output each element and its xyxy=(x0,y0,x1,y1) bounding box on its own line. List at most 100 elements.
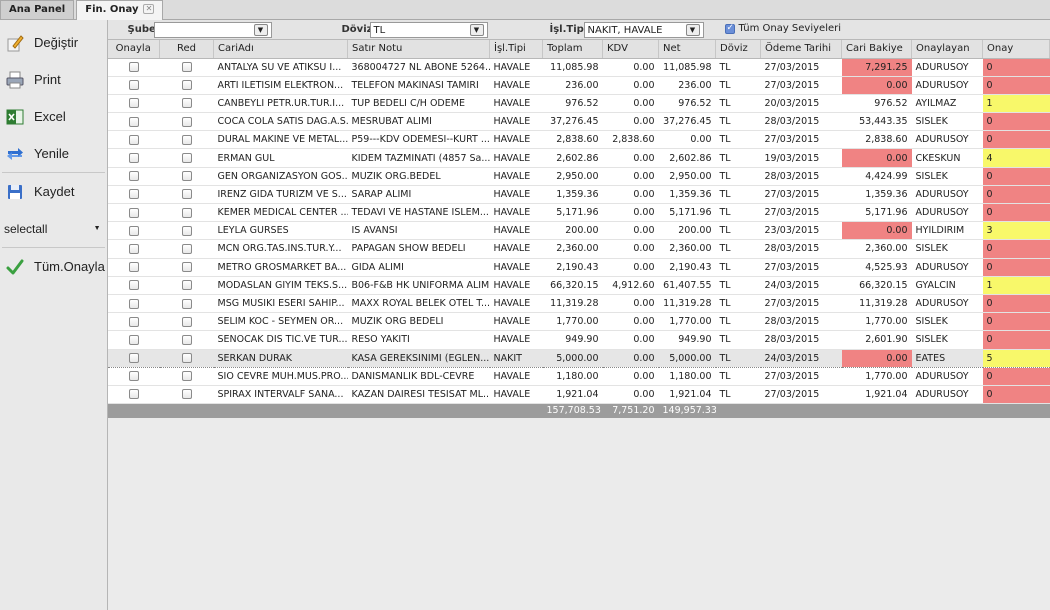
column-header[interactable]: Onayla xyxy=(107,40,160,59)
column-header[interactable]: Onaylayan xyxy=(911,40,983,59)
reject-checkbox[interactable] xyxy=(181,153,192,164)
approval-level-cell: 0 xyxy=(982,385,1050,405)
column-header[interactable]: Satır Notu xyxy=(347,40,490,59)
column-header[interactable]: KDV xyxy=(602,40,659,59)
print-button[interactable]: Print xyxy=(0,61,107,98)
approve-checkbox[interactable] xyxy=(128,189,139,200)
tab-ana-panel[interactable]: Ana Panel xyxy=(0,0,75,19)
table-row[interactable]: ANTALYA SU VE ATIKSU I... 368004727 NL AB… xyxy=(107,58,1050,77)
reject-checkbox[interactable] xyxy=(181,262,192,273)
approve-checkbox[interactable] xyxy=(128,298,139,309)
currency-cell: TL xyxy=(715,94,761,114)
reject-checkbox[interactable] xyxy=(181,62,192,73)
approve-checkbox[interactable] xyxy=(128,80,139,91)
type-cell: NAKIT xyxy=(489,348,543,368)
cari-cell: MSG MUSIKI ESERI SAHIP... xyxy=(213,294,348,314)
approve-checkbox[interactable] xyxy=(128,62,139,73)
reject-checkbox[interactable] xyxy=(181,171,192,182)
column-header[interactable]: Toplam xyxy=(542,40,603,59)
approve-checkbox[interactable] xyxy=(128,153,139,164)
approve-checkbox[interactable] xyxy=(128,225,139,236)
column-header[interactable]: Red xyxy=(159,40,214,59)
table-row[interactable]: SIO CEVRE MUH.MUS.PRO... DANISMANLIK BDL-… xyxy=(107,367,1050,386)
save-button[interactable]: Kaydet xyxy=(0,173,107,210)
doviz-select[interactable]: TL ▼ xyxy=(369,22,488,38)
table-row[interactable]: SELIM KOC - SEYMEN OR... MUZIK ORG BEDELI… xyxy=(107,312,1050,332)
approve-checkbox[interactable] xyxy=(128,280,139,291)
table-row[interactable]: LEYLA GURSES IS AVANSI HAVALE 200.00 0.00 200… xyxy=(107,221,1050,241)
isl-tipi-label: İşl.Tipi xyxy=(549,24,588,35)
column-header[interactable]: İşl.Tipi xyxy=(489,40,543,59)
filter-bar: Şube ▼ Döviz TL ▼ İşl.Tipi NAKIT, HAVALE… xyxy=(107,20,1050,40)
reject-checkbox[interactable] xyxy=(181,389,192,400)
approve-checkbox[interactable] xyxy=(128,334,139,345)
tum-onay-checkbox[interactable] xyxy=(724,23,735,34)
reject-checkbox[interactable] xyxy=(181,189,192,200)
table-row[interactable]: SERKAN DURAK KASA GEREKSINIMI (EGLEN... NA… xyxy=(107,348,1050,368)
reject-checkbox[interactable] xyxy=(181,371,192,382)
table-row[interactable]: SPIRAX INTERVALF SANA... KAZAN DAIRESI TE… xyxy=(107,385,1050,405)
approve-checkbox[interactable] xyxy=(128,353,139,364)
approve-checkbox[interactable] xyxy=(128,389,139,400)
approve-checkbox[interactable] xyxy=(128,243,139,254)
approve-all-button[interactable]: Tüm.Onayla xyxy=(0,248,107,285)
excel-button[interactable]: Excel xyxy=(0,98,107,135)
approval-level-cell: 5 xyxy=(982,348,1050,368)
table-row[interactable]: ARTI ILETISIM ELEKTRON... TELEFON MAKINAS… xyxy=(107,76,1050,95)
close-icon[interactable]: ✕ xyxy=(143,4,155,14)
table-row[interactable]: GEN ORGANIZASYON GOS... MUZIK ORG.BEDEL HA… xyxy=(107,167,1050,186)
column-header[interactable]: CariAdı xyxy=(213,40,348,59)
table-row[interactable]: MODASLAN GIYIM TEKS.S... B06-F&B HK UNIFO… xyxy=(107,276,1050,295)
approve-checkbox[interactable] xyxy=(128,98,139,109)
table-row[interactable]: IRENZ GIDA TURIZM VE S... SARAP ALIMI HAVA… xyxy=(107,185,1050,205)
reject-checkbox[interactable] xyxy=(181,116,192,127)
sube-select[interactable]: ▼ xyxy=(153,22,272,38)
column-header[interactable]: Net xyxy=(658,40,716,59)
column-header[interactable]: Onay xyxy=(982,40,1050,59)
reject-checkbox[interactable] xyxy=(181,316,192,327)
table-row[interactable]: KEMER MEDICAL CENTER ... TEDAVI VE HASTAN… xyxy=(107,203,1050,223)
reject-checkbox[interactable] xyxy=(181,334,192,345)
reject-checkbox[interactable] xyxy=(181,207,192,218)
approve-checkbox[interactable] xyxy=(128,262,139,273)
table-row[interactable]: MCN ORG.TAS.INS.TUR.Y... PAPAGAN SHOW BED… xyxy=(107,239,1050,259)
reject-checkbox[interactable] xyxy=(181,225,192,236)
select-all-dropdown[interactable]: selectall ▼ xyxy=(0,210,107,247)
column-header[interactable]: Döviz xyxy=(715,40,761,59)
column-header[interactable]: Ödeme Tarihi xyxy=(760,40,842,59)
total-sum: 157,708.53 xyxy=(542,403,603,418)
isl-tipi-select[interactable]: NAKIT, HAVALE ▼ xyxy=(583,22,704,38)
table-row[interactable]: CANBEYLI PETR.UR.TUR.I... TUP BEDELI C/H … xyxy=(107,94,1050,114)
reject-checkbox[interactable] xyxy=(181,353,192,364)
approve-checkbox[interactable] xyxy=(128,171,139,182)
date-cell: 23/03/2015 xyxy=(760,221,842,241)
approve-checkbox[interactable] xyxy=(128,116,139,127)
table-row[interactable]: DURAL MAKINE VE METAL... P59---KDV ODEMES… xyxy=(107,130,1050,150)
approve-checkbox[interactable] xyxy=(128,316,139,327)
currency-cell: TL xyxy=(715,276,761,295)
tum-onay-toggle[interactable]: Tüm Onay Seviyeleri xyxy=(724,23,841,34)
tab-fin-onay[interactable]: Fin. Onay ✕ xyxy=(76,0,164,20)
edit-button[interactable]: Değiştir xyxy=(0,24,107,61)
reject-checkbox[interactable] xyxy=(181,80,192,91)
reject-checkbox[interactable] xyxy=(181,134,192,145)
table-row[interactable]: METRO GROSMARKET BA... GIDA ALIMI HAVALE 2,… xyxy=(107,258,1050,277)
approver-cell: GYALCIN xyxy=(911,276,983,295)
reject-checkbox[interactable] xyxy=(181,243,192,254)
approve-cell xyxy=(107,185,160,205)
table-row[interactable]: MSG MUSIKI ESERI SAHIP... MAXX ROYAL BELE… xyxy=(107,294,1050,314)
save-icon xyxy=(4,182,26,202)
reject-checkbox[interactable] xyxy=(181,298,192,309)
approve-checkbox[interactable] xyxy=(128,207,139,218)
reject-checkbox[interactable] xyxy=(181,98,192,109)
approve-checkbox[interactable] xyxy=(128,371,139,382)
total-cell: 37,276.45 xyxy=(542,112,603,132)
table-row[interactable]: COCA COLA SATIS DAG.A.S. MESRUBAT ALIMI HA… xyxy=(107,112,1050,132)
totals-empty-cell xyxy=(489,403,543,418)
column-header[interactable]: Cari Bakiye xyxy=(841,40,912,59)
table-row[interactable]: ERMAN GUL KIDEM TAZMINATI (4857 Sa... HAVA… xyxy=(107,148,1050,168)
approve-checkbox[interactable] xyxy=(128,134,139,145)
refresh-button[interactable]: Yenile xyxy=(0,135,107,172)
reject-checkbox[interactable] xyxy=(181,280,192,291)
table-row[interactable]: SENOCAK DIS TIC.VE TUR... RESO YAKITI HAVA… xyxy=(107,330,1050,350)
